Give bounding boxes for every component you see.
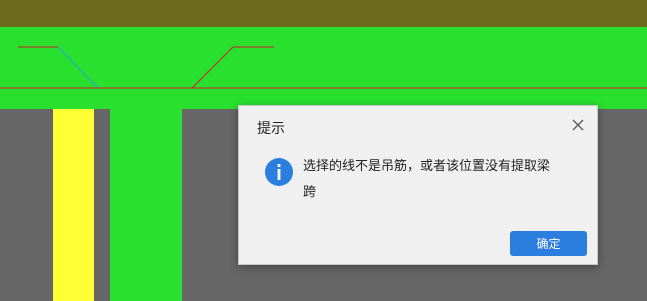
dialog-message: 选择的线不是吊筋，或者该位置没有提取梁跨 xyxy=(303,159,551,200)
red-line-diagonal xyxy=(191,46,234,89)
dialog-title: 提示 xyxy=(257,121,285,137)
message-dialog: 提示 选择的线不是吊筋，或者该位置没有提取梁跨 确定 xyxy=(238,105,598,265)
close-icon[interactable] xyxy=(571,118,585,132)
ok-button[interactable]: 确定 xyxy=(510,231,587,256)
info-icon xyxy=(265,158,293,186)
blue-line-diagonal xyxy=(57,46,99,89)
